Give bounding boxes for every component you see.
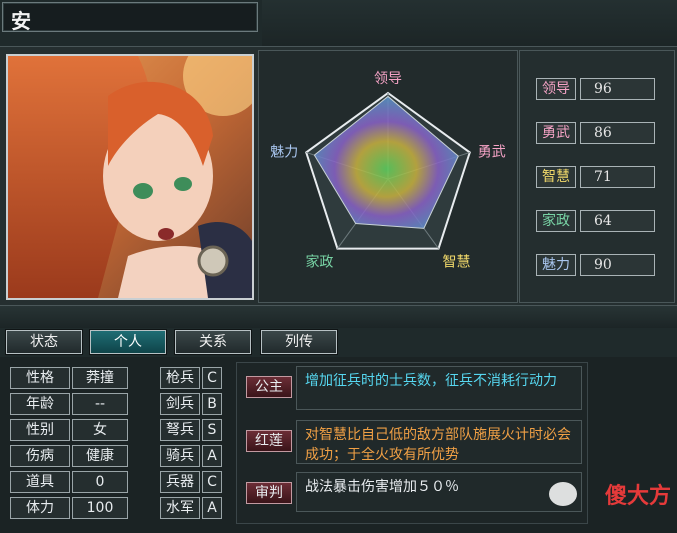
stat-value: 71 [580,166,655,188]
profile-label: 性格 [10,367,70,389]
profile-label: 伤病 [10,445,70,467]
skill-description: 增加征兵时的士兵数，征兵不消耗行动力 [296,366,582,410]
divider-band [0,306,677,328]
skill-tag-red-lotus[interactable]: 红莲 [246,430,292,452]
character-name-bar: 安 [2,2,258,33]
stat-label: 家政 [536,210,576,232]
skill-tag-princess[interactable]: 公主 [246,376,292,398]
skill-tag-judgment[interactable]: 审判 [246,482,292,504]
stat-label: 领导 [536,78,576,100]
profile-value: 100 [72,497,128,519]
aptitude-grade: B [202,393,222,415]
skill-description: 对智慧比自己低的敌方部队施展火计时必会成功；于全火攻有所优势 [296,420,582,464]
radar-axis-label: 领导 [374,71,402,87]
wechat-icon [549,482,577,506]
attribute-radar-chart: 领导勇武智慧 家政 魅力 [270,71,506,271]
header-decoration [262,0,677,46]
stat-value: 90 [580,254,655,276]
aptitude-grade: S [202,419,222,441]
watermark-text: 傻大方 [604,484,671,509]
radar-axis-label: 智慧 [443,255,471,271]
profile-value: -- [72,393,128,415]
stat-value: 96 [580,78,655,100]
stat-label: 智慧 [536,166,576,188]
aptitude-label: 水军 [160,497,200,519]
radar-axis-label: 魅力 [270,144,298,160]
tab-biography[interactable]: 列传 [261,330,337,354]
tab-personal[interactable]: 个人 [90,330,166,354]
aptitude-grade: A [202,497,222,519]
tab-relations[interactable]: 关系 [175,330,251,354]
aptitude-grade: C [202,367,222,389]
character-name: 安 [11,9,31,33]
attribute-radar-panel: 领导勇武智慧 家政 魅力 [258,50,518,303]
stat-value: 64 [580,210,655,232]
profile-value: 0 [72,471,128,493]
tab-status[interactable]: 状态 [6,330,82,354]
aptitude-label: 剑兵 [160,393,200,415]
radar-axis-label: 家政 [305,254,333,271]
radar-axis-label: 勇武 [478,144,506,160]
profile-value: 健康 [72,445,128,467]
character-portrait [6,54,254,300]
portrait-image [8,56,252,298]
aptitude-grade: C [202,471,222,493]
stat-label: 勇武 [536,122,576,144]
aptitude-label: 兵器 [160,471,200,493]
aptitude-label: 骑兵 [160,445,200,467]
stat-value: 86 [580,122,655,144]
profile-value: 莽撞 [72,367,128,389]
aptitude-label: 弩兵 [160,419,200,441]
skill-description: 战法暴击伤害增加５０％ [296,472,582,512]
aptitude-label: 枪兵 [160,367,200,389]
profile-label: 年龄 [10,393,70,415]
profile-label: 性别 [10,419,70,441]
profile-label: 道具 [10,471,70,493]
profile-label: 体力 [10,497,70,519]
aptitude-grade: A [202,445,222,467]
profile-value: 女 [72,419,128,441]
stat-label: 魅力 [536,254,576,276]
